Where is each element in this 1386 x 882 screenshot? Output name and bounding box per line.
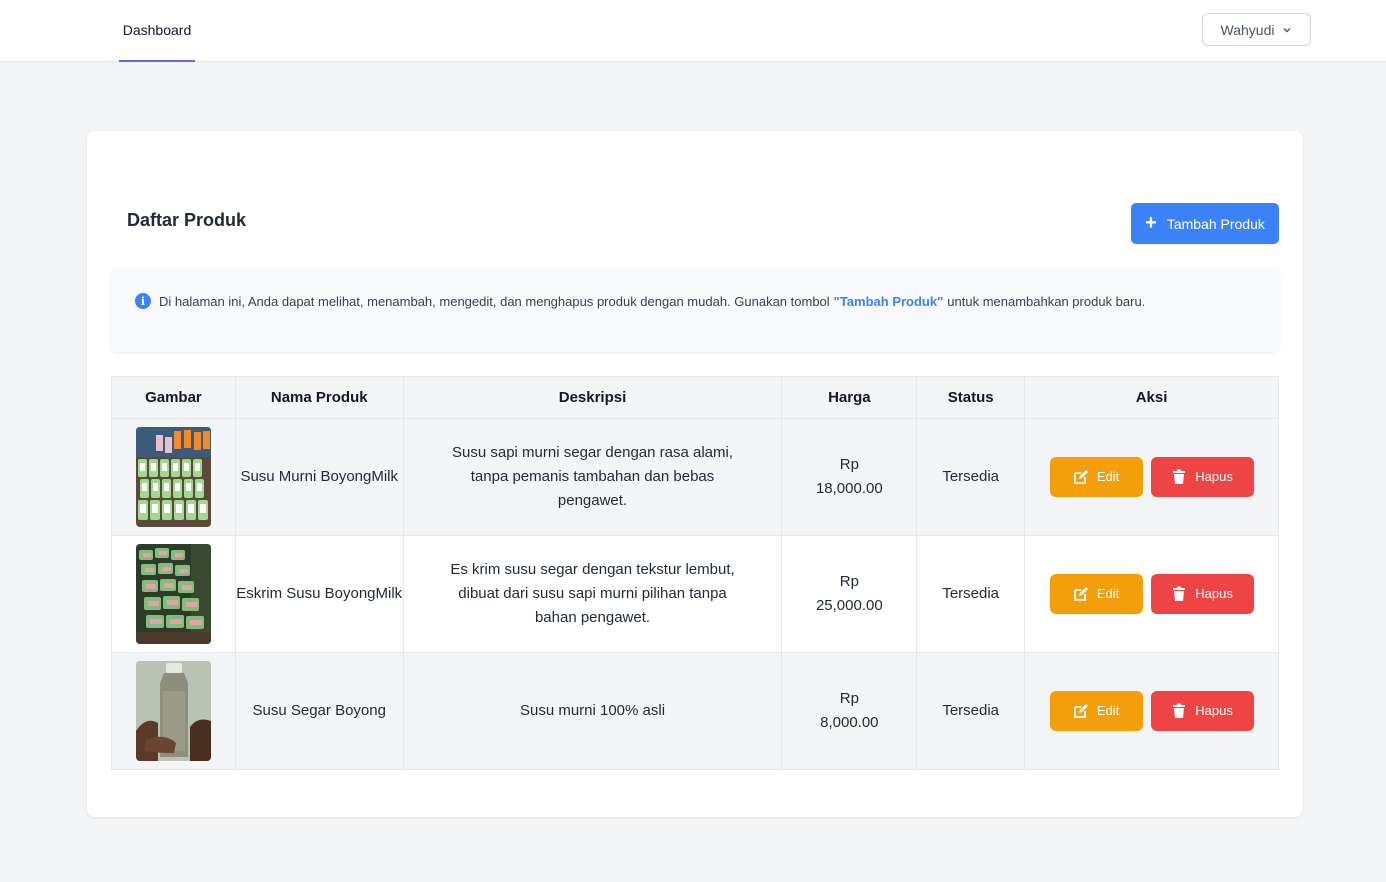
product-table: Gambar Nama Produk Deskripsi Harga Statu… (111, 376, 1279, 770)
delete-label: Hapus (1195, 586, 1233, 601)
delete-button[interactable]: Hapus (1150, 457, 1254, 497)
user-name: Wahyudi (1220, 21, 1275, 38)
info-alert: i Di halaman ini, Anda dapat melihat, me… (111, 268, 1279, 352)
delete-button[interactable]: Hapus (1150, 574, 1254, 614)
page-title: Daftar Produk (127, 210, 247, 230)
product-description-cell: Susu sapi murni segar dengan rasa alami,… (402, 418, 783, 536)
product-description-cell: Es krim susu segar dengan tekstur lembut… (402, 535, 783, 653)
actions-cell: Edit Hapus (1024, 418, 1279, 536)
actions-cell: Edit Hapus (1024, 535, 1279, 653)
table-header-row: Gambar Nama Produk Deskripsi Harga Statu… (111, 376, 1279, 419)
edit-button[interactable]: Edit (1049, 457, 1143, 497)
column-header-actions: Aksi (1024, 376, 1279, 419)
column-header-description: Deskripsi (402, 376, 783, 419)
edit-icon (1073, 470, 1088, 484)
actions-cell: Edit Hapus (1024, 652, 1279, 770)
product-image (135, 427, 211, 527)
edit-button[interactable]: Edit (1049, 691, 1143, 731)
price-currency: Rp (839, 573, 859, 590)
product-description: Susu murni 100% asli (519, 702, 666, 719)
table-row: Susu Segar Boyong Susu murni 100% asli R… (111, 652, 1279, 770)
price-value: 25,000.00 (815, 597, 883, 614)
edit-label: Edit (1096, 586, 1120, 601)
trash-icon (1173, 469, 1186, 484)
edit-icon (1073, 704, 1088, 718)
product-description-cell: Susu murni 100% asli (402, 652, 783, 770)
nav-dashboard[interactable]: Dashboard (119, 0, 195, 62)
top-navigation: Dashboard Wahyudi (0, 0, 1386, 62)
image-cell (111, 535, 236, 653)
info-text-suffix: untuk menambahkan produk baru. (947, 293, 1146, 309)
image-cell (111, 418, 236, 536)
delete-label: Hapus (1195, 703, 1233, 718)
product-image (135, 661, 211, 761)
add-product-button[interactable]: + Tambah Produk (1131, 203, 1279, 244)
trash-icon (1173, 586, 1186, 601)
edit-button[interactable]: Edit (1049, 574, 1143, 614)
column-header-status: Status (916, 376, 1026, 419)
product-description: Es krim susu segar dengan tekstur lembut… (450, 561, 735, 626)
product-status: Tersedia (916, 535, 1026, 653)
product-description: Susu sapi murni segar dengan rasa alami,… (452, 444, 734, 509)
product-name: Susu Murni BoyongMilk (234, 418, 404, 536)
price-value: 18,000.00 (815, 480, 883, 497)
product-image (135, 544, 211, 644)
product-card: Daftar Produk + Tambah Produk i Di halam… (87, 131, 1303, 817)
product-name: Eskrim Susu BoyongMilk (234, 535, 404, 653)
price-currency: Rp (839, 690, 859, 707)
add-product-label: Tambah Produk (1166, 215, 1265, 232)
table-row: Susu Murni BoyongMilk Susu sapi murni se… (111, 418, 1279, 536)
product-price-cell: Rp 25,000.00 (781, 535, 918, 653)
info-text-prefix: Di halaman ini, Anda dapat melihat, mena… (159, 293, 830, 309)
price-value: 8,000.00 (820, 714, 879, 731)
table-row: Eskrim Susu BoyongMilk Es krim susu sega… (111, 535, 1279, 653)
product-name: Susu Segar Boyong (234, 652, 404, 770)
column-header-name: Nama Produk (234, 376, 404, 419)
product-price-cell: Rp 8,000.00 (781, 652, 918, 770)
product-price-cell: Rp 18,000.00 (781, 418, 918, 536)
product-status: Tersedia (916, 652, 1026, 770)
delete-label: Hapus (1195, 469, 1233, 484)
info-circle-icon: i (135, 293, 151, 309)
column-header-image: Gambar (111, 376, 236, 419)
image-cell (111, 652, 236, 770)
plus-icon: + (1145, 211, 1157, 234)
trash-icon (1173, 703, 1186, 718)
price-currency: Rp (839, 456, 859, 473)
user-menu[interactable]: Wahyudi (1202, 13, 1311, 46)
info-text-highlight: "Tambah Produk" (833, 293, 944, 309)
edit-label: Edit (1096, 469, 1120, 484)
column-header-price: Harga (781, 376, 918, 419)
product-status: Tersedia (916, 418, 1026, 536)
chevron-down-icon (1283, 27, 1291, 32)
edit-label: Edit (1096, 703, 1120, 718)
delete-button[interactable]: Hapus (1150, 691, 1254, 731)
edit-icon (1073, 587, 1088, 601)
